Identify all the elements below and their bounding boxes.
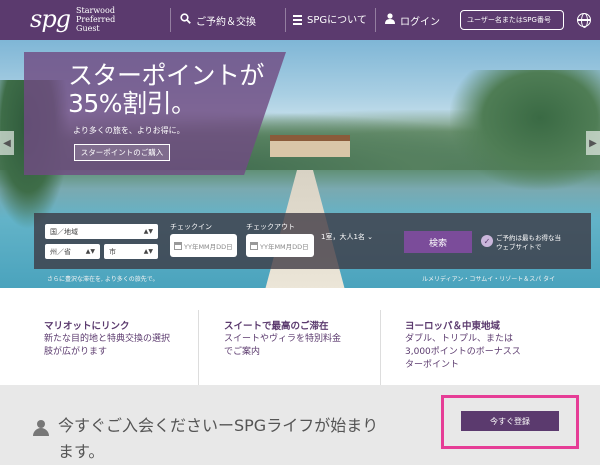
top-navigation: spg Starwood Preferred Guest ご予約＆交換 SPGに… bbox=[0, 0, 600, 40]
hero-location-caption: ルメリディアン・コサムイ・リゾート＆スパ タイ bbox=[422, 276, 556, 283]
feature-europe-middle-east[interactable]: ヨーロッパ＆中東地域 ダブル、トリプル、または3,000ポイントのボーナススター… bbox=[405, 320, 525, 372]
nav-reserve-label: ご予約＆交換 bbox=[196, 16, 256, 28]
calendar-icon bbox=[250, 241, 258, 250]
hero-palms-right bbox=[450, 70, 600, 190]
nav-about-label: SPGについて bbox=[307, 14, 367, 26]
chevron-down-icon: ⌄ bbox=[367, 233, 374, 241]
country-select[interactable]: 国／地域 ▲▼ bbox=[45, 224, 158, 239]
slider-prev-arrow[interactable]: ◀ bbox=[0, 131, 14, 155]
search-button[interactable]: 検索 bbox=[404, 231, 472, 253]
promo-title: スターポイントが 35%割引。 bbox=[68, 61, 265, 118]
spg-logo[interactable]: spg Starwood Preferred Guest bbox=[30, 4, 115, 34]
menu-icon bbox=[293, 15, 302, 25]
globe-icon[interactable] bbox=[577, 13, 591, 28]
guests-selector[interactable]: 1室，大人1名 ⌄ bbox=[321, 232, 373, 242]
user-icon bbox=[33, 420, 49, 436]
nav-divider bbox=[285, 8, 286, 32]
checkout-label: チェックアウト bbox=[246, 223, 295, 231]
user-icon bbox=[385, 13, 395, 27]
select-arrow-icon: ▲▼ bbox=[143, 248, 153, 255]
feature-divider bbox=[198, 310, 199, 385]
checkmark-icon: ✓ bbox=[481, 235, 493, 247]
nav-login-label: ログイン bbox=[400, 16, 440, 28]
join-now-button[interactable]: 今すぐ登録 bbox=[461, 411, 559, 431]
calendar-icon bbox=[174, 241, 182, 250]
feature-marriott-link[interactable]: マリオットにリンク 新たな目的地と特典交換の選択肢が広がります bbox=[44, 320, 174, 359]
city-select[interactable]: 市 ▲▼ bbox=[104, 244, 158, 259]
checkout-date-input[interactable]: YY年MM月DD日 bbox=[246, 234, 314, 257]
hero-resort-building bbox=[270, 135, 350, 157]
feature-suites[interactable]: スイートで最高のご滞在 スイートやヴィラを特別料金でご案内 bbox=[224, 320, 344, 359]
nav-about-spg[interactable]: SPGについて bbox=[293, 0, 371, 40]
logo-wordmark: spg bbox=[30, 5, 71, 33]
checkin-date-input[interactable]: YY年MM月DD日 bbox=[170, 234, 237, 257]
checkin-label: チェックイン bbox=[170, 223, 212, 231]
join-message: 今すぐご入会くださいーSPGライフが始まります。 bbox=[58, 416, 379, 461]
feature-divider bbox=[380, 310, 381, 385]
features-row: マリオットにリンク 新たな目的地と特典交換の選択肢が広がります スイートで最高の… bbox=[0, 288, 600, 385]
nav-reserve-exchange[interactable]: ご予約＆交換 bbox=[180, 0, 256, 40]
search-icon bbox=[180, 13, 191, 27]
nav-divider bbox=[375, 8, 376, 32]
slider-next-arrow[interactable]: ▶ bbox=[586, 131, 600, 155]
hero-caption: さらに豊沢な滞在を, より多くの旅先で。 bbox=[47, 276, 159, 283]
logo-subtitle: Starwood Preferred Guest bbox=[76, 5, 116, 33]
buy-starpoints-button[interactable]: スターポイントのご購入 bbox=[74, 144, 170, 161]
nav-divider bbox=[170, 8, 171, 32]
best-rate-note[interactable]: ご予約は最もお得な当ウェブサイトで bbox=[496, 234, 566, 252]
nav-login[interactable]: ログイン bbox=[385, 0, 440, 40]
select-arrow-icon: ▲▼ bbox=[143, 228, 153, 235]
member-id-input[interactable] bbox=[460, 10, 564, 30]
promo-subtitle: より多くの旅を、よりお得に。 bbox=[73, 126, 185, 135]
state-select[interactable]: 州／省 ▲▼ bbox=[45, 244, 100, 259]
select-arrow-icon: ▲▼ bbox=[85, 248, 95, 255]
